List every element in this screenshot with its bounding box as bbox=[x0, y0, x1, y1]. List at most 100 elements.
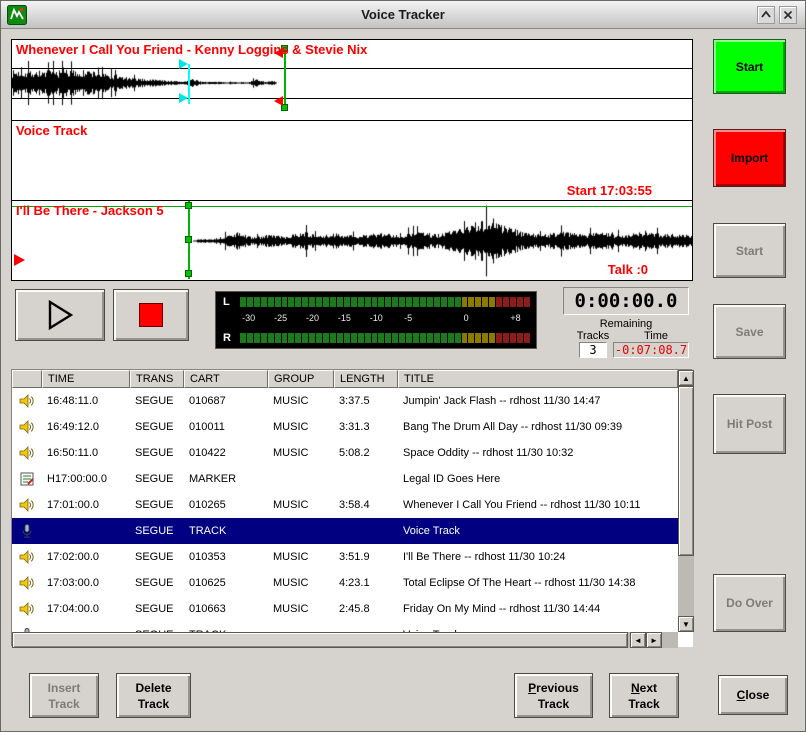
cell-length: 2:45.8 bbox=[334, 603, 398, 615]
vertical-scrollbar[interactable]: ▲ ▼ bbox=[678, 370, 694, 632]
meter-segment bbox=[261, 333, 267, 343]
meter-segment bbox=[240, 297, 246, 307]
meter-segment bbox=[295, 333, 301, 343]
waveform-panel-track1[interactable]: Whenever I Call You Friend - Kenny Loggi… bbox=[12, 40, 692, 120]
delete-track-label-1: Delete bbox=[135, 680, 171, 696]
meter-segment bbox=[420, 333, 426, 343]
log-row[interactable]: 16:50:11.0SEGUE010422MUSIC5:08.2Space Od… bbox=[12, 440, 678, 466]
end-marker-bottom[interactable] bbox=[274, 96, 283, 106]
talk-marker-line[interactable] bbox=[188, 64, 190, 104]
meter-segment bbox=[475, 297, 481, 307]
horizontal-scroll-thumb[interactable] bbox=[12, 632, 628, 648]
column-header-title[interactable]: TITLE bbox=[398, 370, 678, 388]
cell-trans: SEGUE bbox=[130, 577, 184, 589]
cell-trans: SEGUE bbox=[130, 525, 184, 537]
meter-segment bbox=[496, 333, 502, 343]
speaker-icon bbox=[12, 497, 42, 513]
column-header-trans[interactable]: TRANS bbox=[130, 370, 184, 388]
column-header-cart[interactable]: CART bbox=[184, 370, 268, 388]
meter-segment bbox=[282, 333, 288, 343]
cell-title: Bang The Drum All Day -- rdhost 11/30 09… bbox=[398, 421, 678, 433]
meter-segment bbox=[462, 297, 468, 307]
cell-cart: MARKER bbox=[184, 473, 268, 485]
column-header-icon[interactable] bbox=[12, 370, 42, 388]
start-button[interactable]: Start bbox=[713, 39, 786, 94]
meter-segment bbox=[323, 333, 329, 343]
do-over-button[interactable]: Do Over bbox=[713, 574, 786, 632]
cell-cart: TRACK bbox=[184, 525, 268, 537]
meter-segment bbox=[372, 333, 378, 343]
play-button[interactable] bbox=[15, 289, 105, 341]
log-row[interactable]: 17:02:00.0SEGUE010353MUSIC3:51.9I'll Be … bbox=[12, 544, 678, 570]
meter-segment bbox=[448, 333, 454, 343]
waveform-stack: Whenever I Call You Friend - Kenny Loggi… bbox=[11, 39, 693, 281]
meter-segment bbox=[275, 333, 281, 343]
meter-left-segments bbox=[240, 297, 530, 307]
stop-button[interactable] bbox=[113, 289, 189, 341]
meter-segment bbox=[420, 297, 426, 307]
vertical-scroll-thumb[interactable] bbox=[678, 386, 694, 556]
cell-title: Legal ID Goes Here bbox=[398, 473, 678, 485]
close-button[interactable]: Close bbox=[718, 675, 788, 715]
waveform-panel-voicetrack[interactable]: Voice Track Start 17:03:55 bbox=[12, 120, 692, 200]
start2-button[interactable]: Start bbox=[713, 223, 786, 278]
cell-title: I'll Be There -- rdhost 11/30 10:24 bbox=[398, 551, 678, 563]
scroll-right-button[interactable]: ► bbox=[646, 632, 662, 648]
log-row[interactable]: H17:00:00.0SEGUEMARKERLegal ID Goes Here bbox=[12, 466, 678, 492]
delete-track-button[interactable]: Delete Track bbox=[116, 673, 191, 718]
scroll-left-button[interactable]: ◄ bbox=[630, 632, 646, 648]
segue-marker-line[interactable] bbox=[284, 48, 286, 108]
track1-title: Whenever I Call You Friend - Kenny Loggi… bbox=[16, 42, 367, 57]
meter-segment bbox=[434, 297, 440, 307]
log-row[interactable]: 17:01:00.0SEGUE010265MUSIC3:58.4Whenever… bbox=[12, 492, 678, 518]
shade-button[interactable] bbox=[757, 6, 775, 24]
cell-cart: 010687 bbox=[184, 395, 268, 407]
log-row[interactable]: 17:04:00.0SEGUE010663MUSIC2:45.8Friday O… bbox=[12, 596, 678, 622]
log-body: 16:48:11.0SEGUE010687MUSIC3:37.5Jumpin' … bbox=[12, 388, 678, 632]
meter-segment bbox=[489, 297, 495, 307]
meter-left-label: L bbox=[223, 296, 230, 308]
previous-track-button[interactable]: Previous Track bbox=[514, 673, 593, 718]
log-row[interactable]: SEGUETRACKVoice Track bbox=[12, 518, 678, 544]
meter-segment bbox=[288, 333, 294, 343]
log-row[interactable]: 16:48:11.0SEGUE010687MUSIC3:37.5Jumpin' … bbox=[12, 388, 678, 414]
hit-post-button[interactable]: Hit Post bbox=[713, 394, 786, 454]
cell-time: H17:00:00.0 bbox=[42, 473, 130, 485]
next-track-button[interactable]: Next Track bbox=[609, 673, 679, 718]
horizontal-scrollbar[interactable]: ◄ ► bbox=[12, 632, 678, 648]
track2-marker-handle-bottom[interactable] bbox=[185, 270, 192, 277]
talk-marker-handle-top[interactable] bbox=[179, 59, 188, 69]
cell-group: MUSIC bbox=[268, 447, 334, 459]
meter-segment bbox=[316, 297, 322, 307]
track2-marker-handle-top[interactable] bbox=[185, 202, 192, 209]
column-header-time[interactable]: TIME bbox=[42, 370, 130, 388]
meter-segment bbox=[413, 333, 419, 343]
speaker-icon bbox=[12, 419, 42, 435]
talk-marker-handle-bottom[interactable] bbox=[179, 93, 188, 103]
meter-segment bbox=[351, 333, 357, 343]
previous-track-label-1: Previous bbox=[528, 680, 579, 696]
cell-trans: SEGUE bbox=[130, 421, 184, 433]
play-icon bbox=[47, 300, 73, 330]
log-row[interactable]: 17:03:00.0SEGUE010625MUSIC4:23.1Total Ec… bbox=[12, 570, 678, 596]
log-row[interactable]: SEGUETRACKVoice Track bbox=[12, 622, 678, 632]
meter-segment bbox=[254, 333, 260, 343]
insert-track-button[interactable]: Insert Track bbox=[29, 673, 99, 718]
window-close-button[interactable] bbox=[779, 6, 797, 24]
meter-segment bbox=[309, 297, 315, 307]
meter-segment bbox=[351, 297, 357, 307]
voicetrack-start-time: Start 17:03:55 bbox=[567, 183, 652, 198]
log-row[interactable]: 16:49:12.0SEGUE010011MUSIC3:31.3Bang The… bbox=[12, 414, 678, 440]
import-button[interactable]: Import bbox=[713, 129, 786, 187]
save-button[interactable]: Save bbox=[713, 304, 786, 359]
track2-marker-handle-mid[interactable] bbox=[185, 236, 192, 243]
waveform-panel-track2[interactable]: I'll Be There - Jackson 5 Talk :0 bbox=[12, 200, 692, 280]
titlebar: Voice Tracker bbox=[1, 1, 805, 29]
column-header-group[interactable]: GROUP bbox=[268, 370, 334, 388]
meter-segment bbox=[475, 333, 481, 343]
column-header-length[interactable]: LENGTH bbox=[334, 370, 398, 388]
track2-play-marker[interactable] bbox=[14, 254, 25, 266]
scroll-down-button[interactable]: ▼ bbox=[678, 616, 694, 632]
scroll-up-button[interactable]: ▲ bbox=[678, 370, 694, 386]
voicetrack-title: Voice Track bbox=[16, 123, 87, 138]
